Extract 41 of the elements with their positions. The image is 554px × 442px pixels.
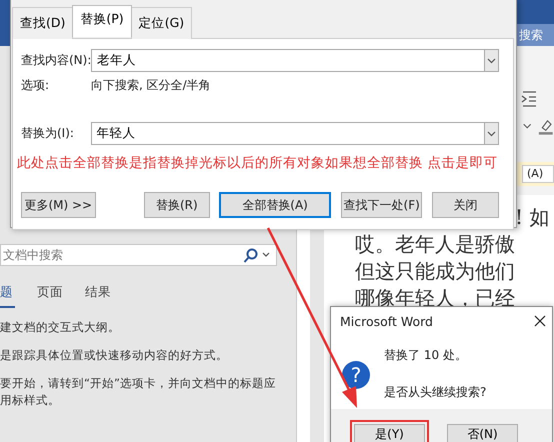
text-field[interactable]: 年轻人 xyxy=(90,122,484,145)
dialog-button[interactable]: 否(N) xyxy=(447,424,518,442)
dropdown-icon[interactable] xyxy=(487,130,496,136)
search-field[interactable]: 文档中搜索 xyxy=(0,244,277,266)
dialog-button[interactable]: 全部替换(A) xyxy=(219,192,331,218)
text-fragment: (A) xyxy=(522,165,554,183)
title-bar xyxy=(517,0,554,24)
window-title: Microsoft Word xyxy=(340,314,433,328)
indent-icon[interactable] xyxy=(520,90,538,108)
dialog-button[interactable]: 是(Y) xyxy=(354,424,425,442)
question-icon: ? xyxy=(342,361,370,389)
pane-tab[interactable]: 结果 xyxy=(85,282,111,308)
dialog-tab[interactable]: 替换(P) xyxy=(72,5,132,37)
help-text: 建文档的交互式大纲。 xyxy=(0,319,121,336)
pane-tab[interactable]: 页面 xyxy=(37,282,63,308)
field-label: 查找内容(N): xyxy=(21,52,91,69)
caret-icon[interactable] xyxy=(522,122,532,130)
search-icon[interactable] xyxy=(243,248,258,262)
annotation-text: 此处点击全部替换是指替换掉光标以后的所有对象如果想全部替换 点击是即可 xyxy=(17,154,498,172)
dropdown-icon[interactable] xyxy=(487,58,496,64)
close-icon[interactable] xyxy=(534,315,546,327)
help-text: 要开始，请转到“开始”选项卡，并向文档中的标题应用标样式。 xyxy=(0,375,277,409)
pane-tab[interactable]: 题 xyxy=(0,282,15,308)
document-text: 但这只能成为他们 xyxy=(355,258,516,285)
dialog-button[interactable]: 更多(M) >> xyxy=(21,192,96,218)
dialog-button[interactable]: 关闭 xyxy=(432,192,500,218)
search-field[interactable]: 文档中搜索 xyxy=(1,247,243,263)
dialog-tab[interactable]: 定位(G) xyxy=(130,7,192,39)
document-text: ! 如 xyxy=(515,204,550,231)
dialog-button[interactable]: 查找下一处(F) xyxy=(340,192,422,218)
dialog-tab[interactable]: 查找(D) xyxy=(12,7,74,39)
field-label: 替换为(I): xyxy=(21,125,75,142)
message-text: 是否从头继续搜索? xyxy=(384,384,486,401)
text-field[interactable]: 老年人 xyxy=(91,49,484,72)
document-text: 哎。老年人是骄傲 xyxy=(355,231,516,258)
options-value: 向下搜索, 区分全/半角 xyxy=(91,76,211,94)
dialog-button[interactable]: 替换(R) xyxy=(144,192,210,218)
help-text: 是跟踪具体位置或快速移动内容的好方式。 xyxy=(0,347,229,364)
options-label: 选项: xyxy=(21,76,50,94)
message-text: 替换了 10 处。 xyxy=(384,347,468,364)
caret-icon[interactable] xyxy=(262,252,272,258)
